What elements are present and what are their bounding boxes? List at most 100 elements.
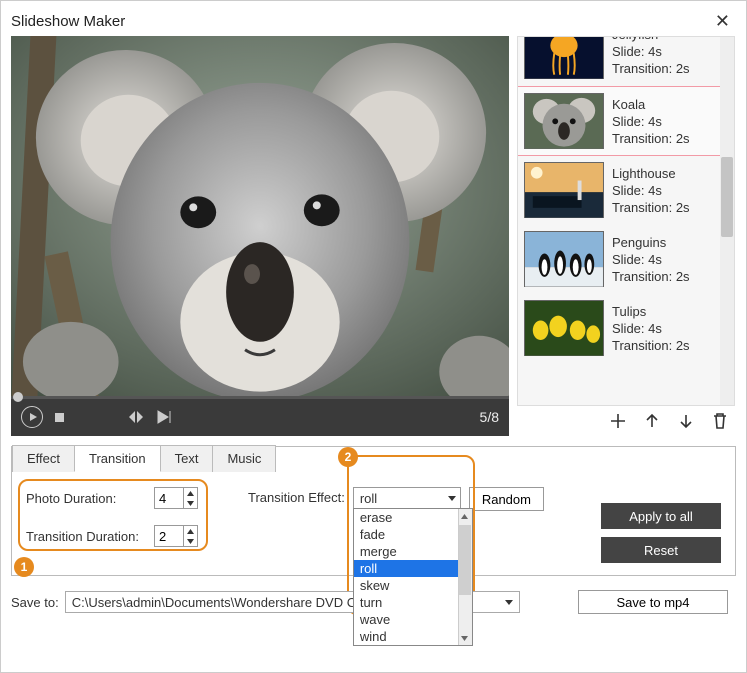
transition-effect-select[interactable]: roll erasefademergerollskewturnwavewind	[353, 487, 461, 509]
tabs-area: Effect Transition Text Music Photo Durat…	[11, 446, 736, 576]
tab-effect[interactable]: Effect	[12, 445, 75, 472]
list-item[interactable]: Koala Slide: 4s Transition: 2s	[518, 86, 734, 156]
add-icon[interactable]	[609, 412, 627, 430]
slide-name: Penguins	[612, 235, 690, 250]
play-icon	[30, 413, 37, 421]
reset-button[interactable]: Reset	[601, 537, 721, 563]
tab-transition[interactable]: Transition	[74, 445, 161, 472]
scroll-down-icon[interactable]	[458, 631, 472, 645]
slide-meta: Jellyfish Slide: 4s Transition: 2s	[612, 36, 690, 79]
slide-transition: Transition: 2s	[612, 200, 690, 215]
slide-counter: 5/8	[480, 409, 499, 425]
select-display[interactable]: roll	[353, 487, 461, 509]
slide-list[interactable]: Jellyfish Slide: 4s Transition: 2s Koala…	[517, 36, 735, 406]
delete-icon[interactable]	[711, 412, 729, 430]
chevron-down-icon	[505, 600, 513, 605]
random-button[interactable]: Random	[469, 487, 544, 511]
move-up-icon[interactable]	[643, 412, 661, 430]
callout-number-2: 2	[338, 447, 358, 467]
slide-transition: Transition: 2s	[612, 269, 690, 284]
photo-duration-row: Photo Duration:	[26, 487, 198, 509]
slide-transition: Transition: 2s	[612, 338, 690, 353]
slide-duration: Slide: 4s	[612, 114, 690, 129]
list-item[interactable]: Lighthouse Slide: 4s Transition: 2s	[518, 156, 734, 225]
dropdown-option[interactable]: wave	[354, 611, 472, 628]
apply-to-all-button[interactable]: Apply to all	[601, 503, 721, 529]
dropdown-option[interactable]: skew	[354, 577, 472, 594]
dropdown-scrollbar[interactable]	[458, 509, 472, 645]
koala-image	[11, 36, 509, 399]
dropdown-option[interactable]: turn	[354, 594, 472, 611]
effect-group: Transition Effect: roll erasefademergero…	[248, 487, 544, 511]
transition-effect-label: Transition Effect:	[248, 487, 345, 505]
slide-name: Tulips	[612, 304, 690, 319]
slides-container: Jellyfish Slide: 4s Transition: 2s Koala…	[518, 36, 734, 363]
spinner-down-icon[interactable]	[184, 536, 197, 546]
photo-duration-input[interactable]	[155, 488, 183, 508]
player-bar: 5/8	[11, 399, 509, 436]
app-window: Slideshow Maker ✕	[0, 0, 747, 673]
photo-duration-stepper[interactable]	[154, 487, 198, 509]
main-row: 5/8 Jellyfish Slide: 4s Transition: 2s K…	[11, 36, 736, 436]
tab-music[interactable]: Music	[212, 445, 276, 472]
move-down-icon[interactable]	[677, 412, 695, 430]
list-item[interactable]: Tulips Slide: 4s Transition: 2s	[518, 294, 734, 363]
titlebar: Slideshow Maker ✕	[11, 6, 736, 36]
flip-vertical-icon[interactable]	[156, 409, 172, 425]
slide-thumb	[524, 300, 604, 356]
dropdown-list[interactable]: erasefademergerollskewturnwavewind	[353, 508, 473, 646]
spinner-down-icon[interactable]	[184, 498, 197, 508]
slide-name: Jellyfish	[612, 36, 690, 42]
dropdown-option[interactable]: erase	[354, 509, 472, 526]
photo-duration-label: Photo Duration:	[26, 491, 146, 506]
slide-thumb	[524, 93, 604, 149]
stop-button[interactable]	[55, 413, 64, 422]
save-to-label: Save to:	[11, 595, 59, 610]
save-path-input[interactable]: C:\Users\admin\Documents\Wondershare DVD…	[65, 591, 395, 613]
slide-meta: Lighthouse Slide: 4s Transition: 2s	[612, 162, 690, 218]
transition-duration-label: Transition Duration:	[26, 529, 146, 544]
scrollbar[interactable]	[720, 37, 734, 405]
window-title: Slideshow Maker	[11, 13, 125, 30]
list-item[interactable]: Penguins Slide: 4s Transition: 2s	[518, 225, 734, 294]
transition-duration-input[interactable]	[155, 526, 183, 546]
slide-transition: Transition: 2s	[612, 61, 690, 76]
list-item[interactable]: Jellyfish Slide: 4s Transition: 2s	[518, 36, 734, 86]
spinner-up-icon[interactable]	[184, 488, 197, 498]
dropdown-option[interactable]: fade	[354, 526, 472, 543]
scroll-up-icon[interactable]	[458, 509, 472, 523]
chevron-down-icon	[448, 496, 456, 501]
close-icon[interactable]: ✕	[709, 11, 736, 32]
scrollbar-thumb[interactable]	[721, 157, 733, 237]
dropdown-scrollbar-thumb[interactable]	[459, 525, 471, 595]
preview-canvas	[11, 36, 509, 399]
right-buttons: Apply to all Reset	[601, 503, 721, 563]
tab-body: Photo Duration: Transition Duration:	[12, 473, 735, 557]
slide-thumb	[524, 36, 604, 79]
dropdown-option[interactable]: roll	[354, 560, 472, 577]
slide-duration: Slide: 4s	[612, 321, 690, 336]
tab-row: Effect Transition Text Music	[12, 446, 735, 473]
slide-name: Lighthouse	[612, 166, 690, 181]
slide-duration: Slide: 4s	[612, 183, 690, 198]
callout-number-1: 1	[14, 557, 34, 577]
progress-track[interactable]	[11, 396, 509, 399]
transition-duration-stepper[interactable]	[154, 525, 198, 547]
select-value: roll	[360, 491, 377, 506]
slide-meta: Koala Slide: 4s Transition: 2s	[612, 93, 690, 149]
spinner-up-icon[interactable]	[184, 526, 197, 536]
preview-area: 5/8	[11, 36, 509, 436]
slide-transition: Transition: 2s	[612, 131, 690, 146]
slide-duration: Slide: 4s	[612, 44, 690, 59]
slide-thumb	[524, 162, 604, 218]
save-to-mp4-button[interactable]: Save to mp4	[578, 590, 728, 614]
dropdown-option[interactable]: wind	[354, 628, 472, 645]
slide-duration: Slide: 4s	[612, 252, 690, 267]
dropdown-option[interactable]: merge	[354, 543, 472, 560]
flip-horizontal-icon[interactable]	[128, 409, 144, 425]
spinner-arrows	[183, 526, 197, 546]
play-button[interactable]	[21, 406, 43, 428]
progress-thumb[interactable]	[13, 392, 23, 402]
tab-text[interactable]: Text	[160, 445, 214, 472]
transition-duration-row: Transition Duration:	[26, 525, 198, 547]
